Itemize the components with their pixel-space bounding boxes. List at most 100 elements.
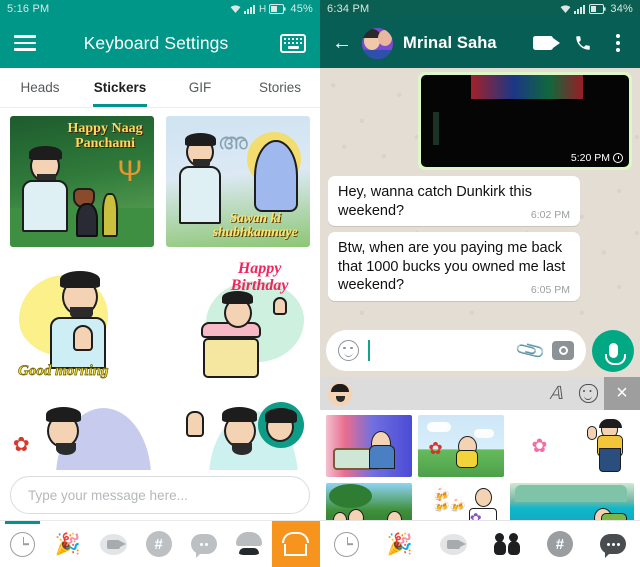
sticker-sawan[interactable]: അ Sawan ki shubhkamnaye	[166, 116, 310, 247]
tab-heads[interactable]: Heads	[0, 68, 80, 107]
avatar[interactable]	[362, 27, 393, 59]
incoming-message[interactable]: Btw, when are you paying me back that 10…	[328, 232, 580, 301]
speech-bubble-icon	[600, 534, 627, 558]
stage-banner	[470, 75, 584, 99]
video-thumbnail: 5:20 PM	[421, 75, 629, 167]
friends-icon	[493, 533, 521, 555]
whatsapp-appbar: ← Mrinal Saha	[320, 18, 640, 68]
sticker-champagne-tower[interactable]: 🍻 🍻🍻 ✿	[418, 483, 504, 520]
chat-message-list[interactable]: 5:20 PM Hey, wanna catch Dunkirk this we…	[320, 68, 640, 324]
sticker-naag-panchami[interactable]: Ψ Happy Naag Panchami	[10, 116, 154, 247]
back-arrow-icon[interactable]: ←	[332, 33, 352, 53]
nav-moustache[interactable]	[227, 521, 272, 567]
battery-icon	[269, 4, 286, 14]
contact-name[interactable]: Mrinal Saha	[403, 34, 518, 53]
message-input[interactable]: Type your message here...	[10, 476, 310, 514]
outgoing-video-message[interactable]: 5:20 PM	[418, 72, 632, 170]
nav-chat[interactable]	[181, 521, 226, 567]
nav-video[interactable]	[427, 521, 480, 567]
left-status-bar: 5:16 PM H 45%	[0, 0, 320, 18]
sticker-bedroom[interactable]	[326, 415, 412, 477]
avatar	[258, 402, 304, 448]
sticker-grid: Ψ Happy Naag Panchami അ Sawan ki shubhka…	[0, 108, 320, 470]
sticker-caption: Happy Naag Panchami	[67, 121, 143, 151]
message-time: 5:20 PM	[570, 152, 610, 164]
nav-friends[interactable]	[480, 521, 533, 567]
nav-video[interactable]	[91, 521, 136, 567]
sticker-row: 🍻 🍻🍻 ✿	[326, 483, 634, 520]
tab-gif[interactable]: GIF	[160, 68, 240, 107]
bitmoji-avatar-icon[interactable]	[328, 381, 352, 406]
paperclip-icon[interactable]: 📎	[513, 333, 548, 368]
status-icon-group: 34%	[560, 3, 633, 15]
text-style-icon[interactable]: 𝔸	[540, 383, 572, 404]
more-vertical-icon[interactable]	[608, 34, 628, 52]
right-screen-whatsapp-chat: 6:34 PM 34% ← Mrinal Saha 5:20 PM Hey, w…	[320, 0, 640, 567]
speech-bubble-icon	[190, 534, 217, 558]
sticker-small-flowers[interactable]: ✿	[510, 415, 569, 477]
status-time: 6:34 PM	[327, 3, 370, 15]
camera-icon[interactable]	[552, 341, 574, 360]
tab-stickers[interactable]: Stickers	[80, 68, 160, 107]
nav-recent[interactable]	[320, 521, 373, 567]
party-popper-icon: 🎉	[54, 532, 82, 556]
phone-call-icon[interactable]	[568, 34, 598, 52]
sticker-row: Good morning Happy Birthday	[10, 257, 310, 388]
text-caret	[368, 340, 370, 361]
hashtag-icon: #	[145, 531, 172, 557]
hamburger-menu-icon[interactable]	[14, 35, 36, 51]
incoming-message[interactable]: Hey, wanna catch Dunkirk this weekend? 6…	[328, 176, 580, 227]
sticker-thumbsup-partial[interactable]	[166, 398, 310, 470]
recent-clock-icon	[10, 531, 36, 557]
keyboard-settings-tabs: Heads Stickers GIF Stories	[0, 68, 320, 108]
tab-stories[interactable]: Stories	[240, 68, 320, 107]
sticker-good-morning[interactable]: Good morning	[10, 257, 154, 388]
sticker-caption: Sawan ki shubhkamnaye	[212, 209, 298, 239]
sticker-waving[interactable]	[575, 415, 634, 477]
nav-party[interactable]: 🎉	[373, 521, 426, 567]
page-title: Keyboard Settings	[83, 32, 229, 53]
message-input[interactable]: 📎	[326, 330, 586, 371]
video-call-icon[interactable]	[528, 36, 560, 50]
nav-hashtag[interactable]: #	[533, 521, 586, 567]
emoji-smile-icon[interactable]	[338, 340, 359, 361]
signal-icon	[243, 5, 255, 14]
signal-icon	[574, 5, 586, 14]
battery-percent: 34%	[610, 3, 633, 15]
sticker-lakeside[interactable]	[510, 483, 634, 520]
network-type: H	[258, 3, 267, 15]
message-meta: 5:20 PM	[571, 152, 623, 164]
nav-hashtag[interactable]: #	[136, 521, 181, 567]
video-camera-icon	[99, 533, 127, 555]
moustache-avatar-icon	[234, 532, 264, 556]
whatsapp-sticker-grid: ✿ ✿ 🍻 🍻🍻 ✿	[320, 410, 640, 520]
sticker-row: ✿	[10, 398, 310, 470]
close-icon[interactable]: ×	[604, 377, 640, 410]
status-icon-group: H 45%	[230, 3, 313, 15]
sticker-swing-friends[interactable]	[326, 483, 412, 520]
sticker-flowers-partial[interactable]: ✿	[10, 398, 154, 470]
stage-post	[433, 111, 440, 145]
nav-chat[interactable]	[587, 521, 640, 567]
microphone-icon	[604, 343, 626, 365]
sticker-happy-birthday[interactable]: Happy Birthday	[166, 257, 310, 388]
keyboard-icon[interactable]	[280, 33, 306, 53]
nav-recent[interactable]	[0, 521, 45, 567]
battery-percent: 45%	[290, 3, 313, 15]
wifi-icon	[230, 5, 241, 13]
keyboard-settings-appbar: Keyboard Settings	[0, 18, 320, 68]
nav-party[interactable]: 🎉	[45, 521, 90, 567]
message-input-container: Type your message here...	[0, 470, 320, 520]
mask-emoji-icon[interactable]	[572, 384, 604, 403]
sticker-caption: Happy Birthday	[230, 260, 289, 294]
hashtag-icon: #	[546, 531, 573, 557]
right-status-bar: 6:34 PM 34%	[320, 0, 640, 18]
party-popper-icon: 🎉	[386, 532, 414, 556]
sticker-flower-bouquet[interactable]: ✿	[418, 415, 504, 477]
wifi-icon	[560, 5, 571, 13]
left-bottom-navbar: 🎉 #	[0, 520, 320, 567]
microphone-button[interactable]	[592, 329, 634, 372]
clock-pending-icon	[613, 153, 623, 163]
recent-clock-icon	[334, 531, 360, 557]
nav-sticker-store[interactable]	[271, 521, 320, 567]
